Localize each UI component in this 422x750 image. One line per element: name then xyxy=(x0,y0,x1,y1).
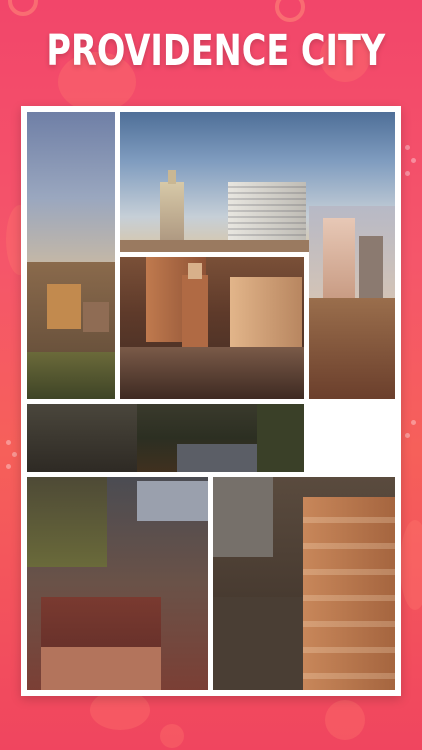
decorative-dot xyxy=(411,420,416,425)
decorative-dot xyxy=(405,145,410,150)
photo-rooftops[interactable] xyxy=(27,477,208,690)
decorative-dot xyxy=(6,440,11,445)
decorative-dot xyxy=(405,171,410,176)
decorative-dot xyxy=(411,158,416,163)
decorative-circle xyxy=(325,700,365,740)
decorative-circle xyxy=(275,0,305,22)
photo-brick-buildings[interactable] xyxy=(213,477,395,690)
photo-treetops[interactable] xyxy=(27,404,304,472)
photo-skyline-right[interactable] xyxy=(309,206,395,399)
photo-collage xyxy=(21,106,401,696)
decorative-circle xyxy=(160,724,184,748)
decorative-circle xyxy=(90,690,150,730)
photo-skyline-left[interactable] xyxy=(27,112,115,399)
decorative-circle xyxy=(8,0,38,16)
page-title: PROVIDENCE CITY xyxy=(46,26,386,76)
decorative-dot xyxy=(12,452,17,457)
decorative-dot xyxy=(405,433,410,438)
photo-downtown-center[interactable] xyxy=(120,257,304,399)
decorative-dot xyxy=(6,464,11,469)
decorative-circle xyxy=(400,520,422,610)
